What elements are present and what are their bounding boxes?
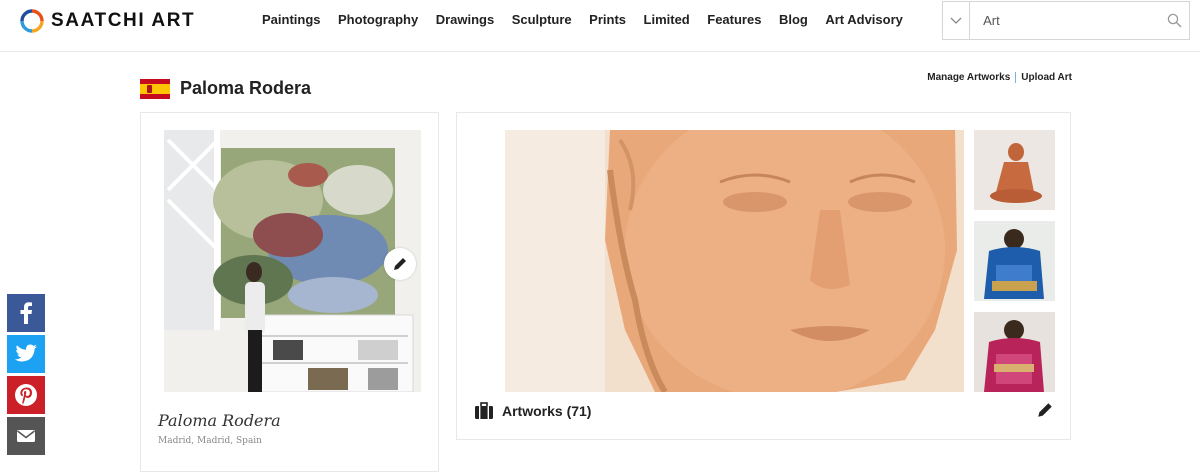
search-bar (942, 1, 1190, 40)
twitter-icon (14, 344, 37, 362)
pinterest-icon (15, 384, 37, 406)
nav-paintings[interactable]: Paintings (262, 12, 321, 27)
artist-admin-links: Manage Artworks Upload Art (927, 72, 1072, 83)
featured-artwork-image[interactable] (505, 130, 964, 392)
pinterest-share-button[interactable] (7, 376, 45, 414)
artist-name-heading: Paloma Rodera (180, 78, 312, 98)
main-nav: Paintings Photography Drawings Sculpture… (262, 12, 920, 27)
pencil-icon (1038, 403, 1052, 417)
twitter-share-button[interactable] (7, 335, 45, 373)
logo-text: SAATCHI ART (51, 10, 196, 31)
nav-limited[interactable]: Limited (644, 12, 690, 27)
facebook-icon (20, 302, 32, 324)
nav-art-advisory[interactable]: Art Advisory (825, 12, 903, 27)
saatchi-logo[interactable]: SAATCHI ART (20, 8, 195, 34)
nav-sculpture[interactable]: Sculpture (512, 12, 572, 27)
nav-blog[interactable]: Blog (779, 12, 808, 27)
nav-prints[interactable]: Prints (589, 12, 626, 27)
profile-photo[interactable] (158, 130, 421, 392)
link-divider (1015, 72, 1017, 83)
upload-art-link[interactable]: Upload Art (1021, 72, 1072, 83)
spain-flag-icon (140, 78, 170, 99)
search-button[interactable] (1159, 2, 1189, 39)
search-icon (1167, 13, 1182, 28)
logo-ring-icon (20, 9, 44, 33)
profile-location: Madrid, Madrid, Spain (158, 436, 262, 446)
profile-artist-name[interactable]: Paloma Rodera (158, 411, 281, 430)
edit-profile-button[interactable] (384, 248, 416, 280)
nav-features[interactable]: Features (707, 12, 761, 27)
artworks-count-label: Artworks (71) (502, 403, 592, 419)
search-input[interactable] (970, 2, 1160, 39)
chevron-down-icon (950, 17, 962, 24)
nav-photography[interactable]: Photography (338, 12, 418, 27)
site-header: SAATCHI ART Paintings Photography Drawin… (0, 0, 1200, 52)
manage-artworks-link[interactable]: Manage Artworks (927, 72, 1010, 83)
pencil-icon (394, 258, 406, 270)
email-share-button[interactable] (7, 417, 45, 455)
artworks-count-link[interactable]: Artworks (71) (474, 402, 591, 420)
artwork-thumbnail[interactable] (974, 130, 1055, 210)
edit-artworks-button[interactable] (1036, 401, 1054, 424)
artwork-thumbnail[interactable] (974, 312, 1055, 392)
envelope-icon (17, 430, 35, 442)
facebook-share-button[interactable] (7, 294, 45, 332)
artwork-thumbnail[interactable] (974, 221, 1055, 301)
artist-title-row: Paloma Rodera (140, 78, 311, 99)
briefcase-icon (475, 402, 493, 419)
nav-drawings[interactable]: Drawings (436, 12, 495, 27)
search-category-dropdown[interactable] (943, 2, 971, 39)
